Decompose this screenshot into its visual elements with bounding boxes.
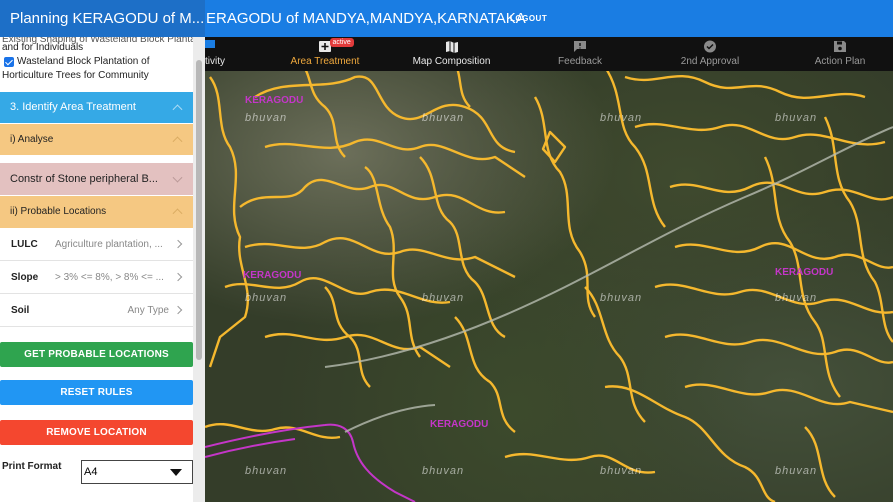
active-badge: active	[329, 38, 354, 47]
option-text: and for Individuals	[2, 42, 84, 53]
step-identify-area-treatment[interactable]: 3. Identify Area Treatment	[0, 92, 193, 123]
bhuvan-watermark: bhuvan	[422, 465, 465, 477]
bhuvan-watermark: bhuvan	[775, 465, 818, 477]
tab-label: Action Plan	[814, 56, 866, 67]
save-icon	[834, 41, 846, 52]
tab-map-composition[interactable]: Map Composition	[400, 37, 503, 71]
remove-location-button[interactable]: REMOVE LOCATION	[0, 420, 193, 445]
location-title: ERAGODU of MANDYA,MANDYA,KARNATAKA	[206, 10, 526, 27]
probable-locations-section[interactable]: ii) Probable Locations	[0, 196, 193, 228]
rule-name: Soil	[11, 305, 30, 316]
rule-value: > 3% <= 8%, > 8% <= ...	[55, 272, 164, 283]
bhuvan-watermark: bhuvan	[245, 465, 288, 477]
tab-label: Map Composition	[412, 56, 491, 67]
tab-label: 2nd Approval	[680, 56, 740, 67]
bhuvan-watermark: bhuvan	[422, 112, 465, 124]
chevron-right-icon	[173, 239, 183, 249]
place-label: KERAGODU	[775, 267, 834, 278]
rule-value: Agriculture plantation, ...	[55, 239, 163, 250]
rule-slope[interactable]: Slope > 3% <= 8%, > 8% <= ...	[0, 262, 193, 294]
chevron-down-icon	[172, 172, 183, 183]
rule-value: Any Type	[127, 305, 169, 316]
workflow-tab-bar: tivity active Area Treatment Map Composi…	[205, 37, 893, 71]
bhuvan-watermark: bhuvan	[775, 112, 818, 124]
chevron-right-icon	[173, 272, 183, 282]
feedback-icon	[574, 41, 586, 52]
bhuvan-watermark: bhuvan	[245, 112, 288, 124]
rule-soil[interactable]: Soil Any Type	[0, 295, 193, 327]
place-label: KERAGODU	[430, 419, 489, 430]
bhuvan-watermark: bhuvan	[775, 292, 818, 304]
tab-label: Feedback	[558, 56, 602, 67]
wasteland-checkbox[interactable]	[4, 57, 14, 67]
chevron-right-icon	[173, 305, 183, 315]
print-format-select[interactable]: A4	[81, 460, 193, 484]
bhuvan-watermark: bhuvan	[600, 112, 643, 124]
section-title: ii) Probable Locations	[10, 206, 107, 217]
check-circle-icon	[704, 40, 716, 53]
section-title: 3. Identify Area Treatment	[10, 101, 136, 113]
chevron-up-icon	[172, 135, 183, 146]
map-icon	[445, 41, 458, 53]
place-label: KERAGODU	[243, 270, 302, 281]
caret-down-icon	[170, 469, 182, 476]
reset-rules-button[interactable]: RESET RULES	[0, 380, 193, 405]
bhuvan-watermark: bhuvan	[600, 292, 643, 304]
rule-name: Slope	[11, 272, 39, 283]
chevron-up-icon	[172, 208, 183, 219]
bhuvan-watermark: bhuvan	[422, 292, 465, 304]
place-label: KERAGODU	[245, 95, 304, 106]
analyse-section[interactable]: i) Analyse	[0, 124, 193, 155]
tab-2nd-approval[interactable]: 2nd Approval	[670, 37, 750, 71]
planning-sidebar: Existing Shaping of Wasteland Block Plan…	[0, 37, 205, 502]
treatment-section[interactable]: Constr of Stone peripheral B...	[0, 163, 193, 195]
rule-name: LULC	[11, 239, 38, 250]
checkbox-label: Horticulture Trees for Community	[2, 70, 149, 81]
map-view[interactable]: bhuvan bhuvan bhuvan bhuvan bhuvan bhuva…	[205, 37, 893, 502]
section-title: i) Analyse	[10, 134, 54, 145]
print-format-value: A4	[84, 466, 98, 478]
rule-lulc[interactable]: LULC Agriculture plantation, ...	[0, 229, 193, 261]
get-probable-locations-button[interactable]: GET PROBABLE LOCATIONS	[0, 342, 193, 367]
bhuvan-watermark: bhuvan	[600, 465, 643, 477]
scrollbar-thumb[interactable]	[196, 60, 202, 360]
logout-link[interactable]: LOGOUT	[510, 14, 547, 23]
checkbox-label: Wasteland Block Plantation of	[17, 56, 150, 67]
chevron-up-icon	[172, 103, 183, 114]
bhuvan-watermark: bhuvan	[245, 292, 288, 304]
section-title: Constr of Stone peripheral B...	[10, 173, 158, 185]
tab-action-plan[interactable]: Action Plan	[800, 37, 880, 71]
panel-title: Planning KERAGODU of M...	[0, 0, 205, 37]
print-format-label: Print Format	[2, 461, 62, 472]
tab-label: Area Treatment	[290, 56, 360, 67]
tab-feedback[interactable]: Feedback	[540, 37, 620, 71]
tab-area-treatment[interactable]: active Area Treatment	[280, 37, 370, 71]
tab-badge-partial	[205, 40, 215, 48]
